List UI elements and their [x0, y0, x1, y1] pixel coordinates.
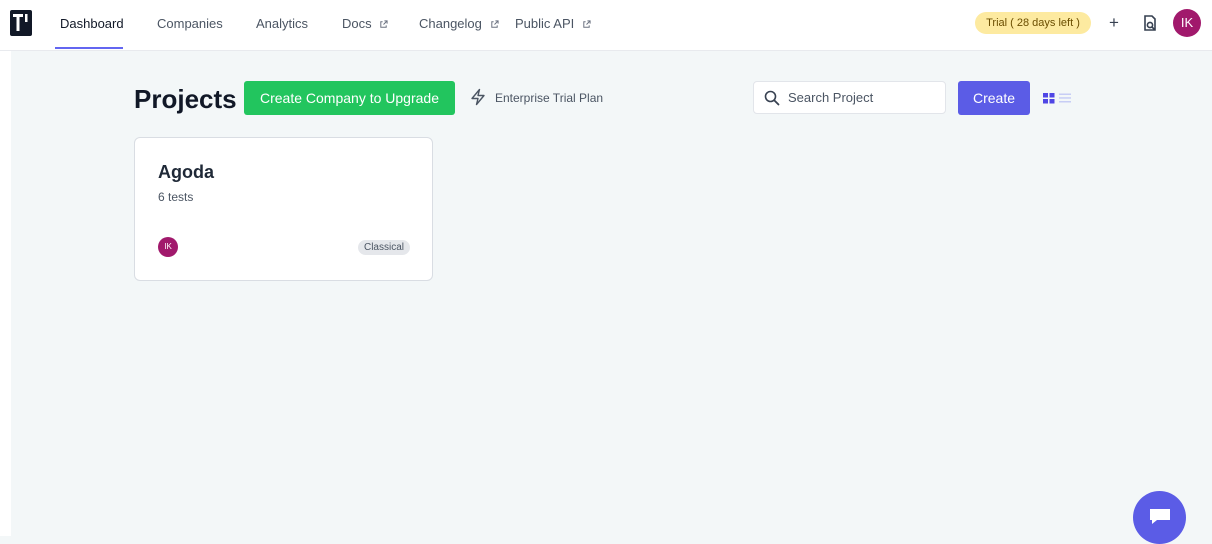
search-box	[753, 81, 946, 114]
chat-widget-button[interactable]	[1133, 491, 1186, 544]
nav-companies-label: Companies	[157, 16, 223, 31]
nav-changelog-label: Changelog	[419, 16, 482, 31]
external-link-icon	[583, 20, 591, 28]
trial-badge[interactable]: Trial ( 28 days left )	[975, 12, 1091, 34]
create-project-button[interactable]: Create	[958, 81, 1030, 115]
list-view-icon[interactable]	[1059, 92, 1071, 104]
left-edge-strip	[0, 0, 11, 536]
create-company-upgrade-button[interactable]: Create Company to Upgrade	[244, 81, 455, 115]
nav-analytics[interactable]: Analytics	[256, 0, 308, 50]
nav-companies[interactable]: Companies	[157, 0, 223, 50]
nav-public-api[interactable]: Public API	[515, 0, 591, 50]
nav-changelog[interactable]: Changelog	[419, 0, 499, 50]
plan-label: Enterprise Trial Plan	[495, 91, 604, 105]
lightning-bolt-icon	[471, 88, 485, 106]
project-test-count: 6 tests	[158, 190, 194, 204]
user-avatar[interactable]: IK	[1173, 9, 1201, 37]
grid-view-icon[interactable]	[1043, 92, 1055, 104]
external-link-icon	[490, 20, 499, 28]
top-navigation: Dashboard Companies Analytics Docs Chang…	[0, 0, 1212, 51]
nav-dashboard[interactable]: Dashboard	[60, 0, 124, 50]
search-docs-icon[interactable]	[1140, 13, 1160, 33]
project-type-badge: Classical	[357, 240, 410, 255]
plan-indicator: Enterprise Trial Plan	[469, 88, 603, 108]
external-link-icon	[380, 20, 388, 28]
project-name: Agoda	[158, 162, 214, 182]
project-card[interactable]: Agoda 6 tests IK Classical	[134, 137, 433, 281]
project-owner-avatar: IK	[158, 237, 178, 257]
chat-bubble-icon	[1150, 509, 1170, 524]
page-title: Projects	[134, 84, 237, 114]
search-project-input[interactable]	[788, 82, 938, 113]
nav-dashboard-label: Dashboard	[60, 16, 124, 31]
add-button[interactable]: +	[1106, 12, 1122, 34]
nav-docs-label: Docs	[342, 16, 372, 31]
nav-active-indicator	[55, 47, 123, 49]
search-icon	[764, 90, 780, 106]
testomat-logo-icon[interactable]	[10, 10, 32, 36]
nav-docs[interactable]: Docs	[342, 0, 388, 50]
nav-public-api-label: Public API	[515, 16, 575, 31]
nav-analytics-label: Analytics	[256, 16, 309, 31]
